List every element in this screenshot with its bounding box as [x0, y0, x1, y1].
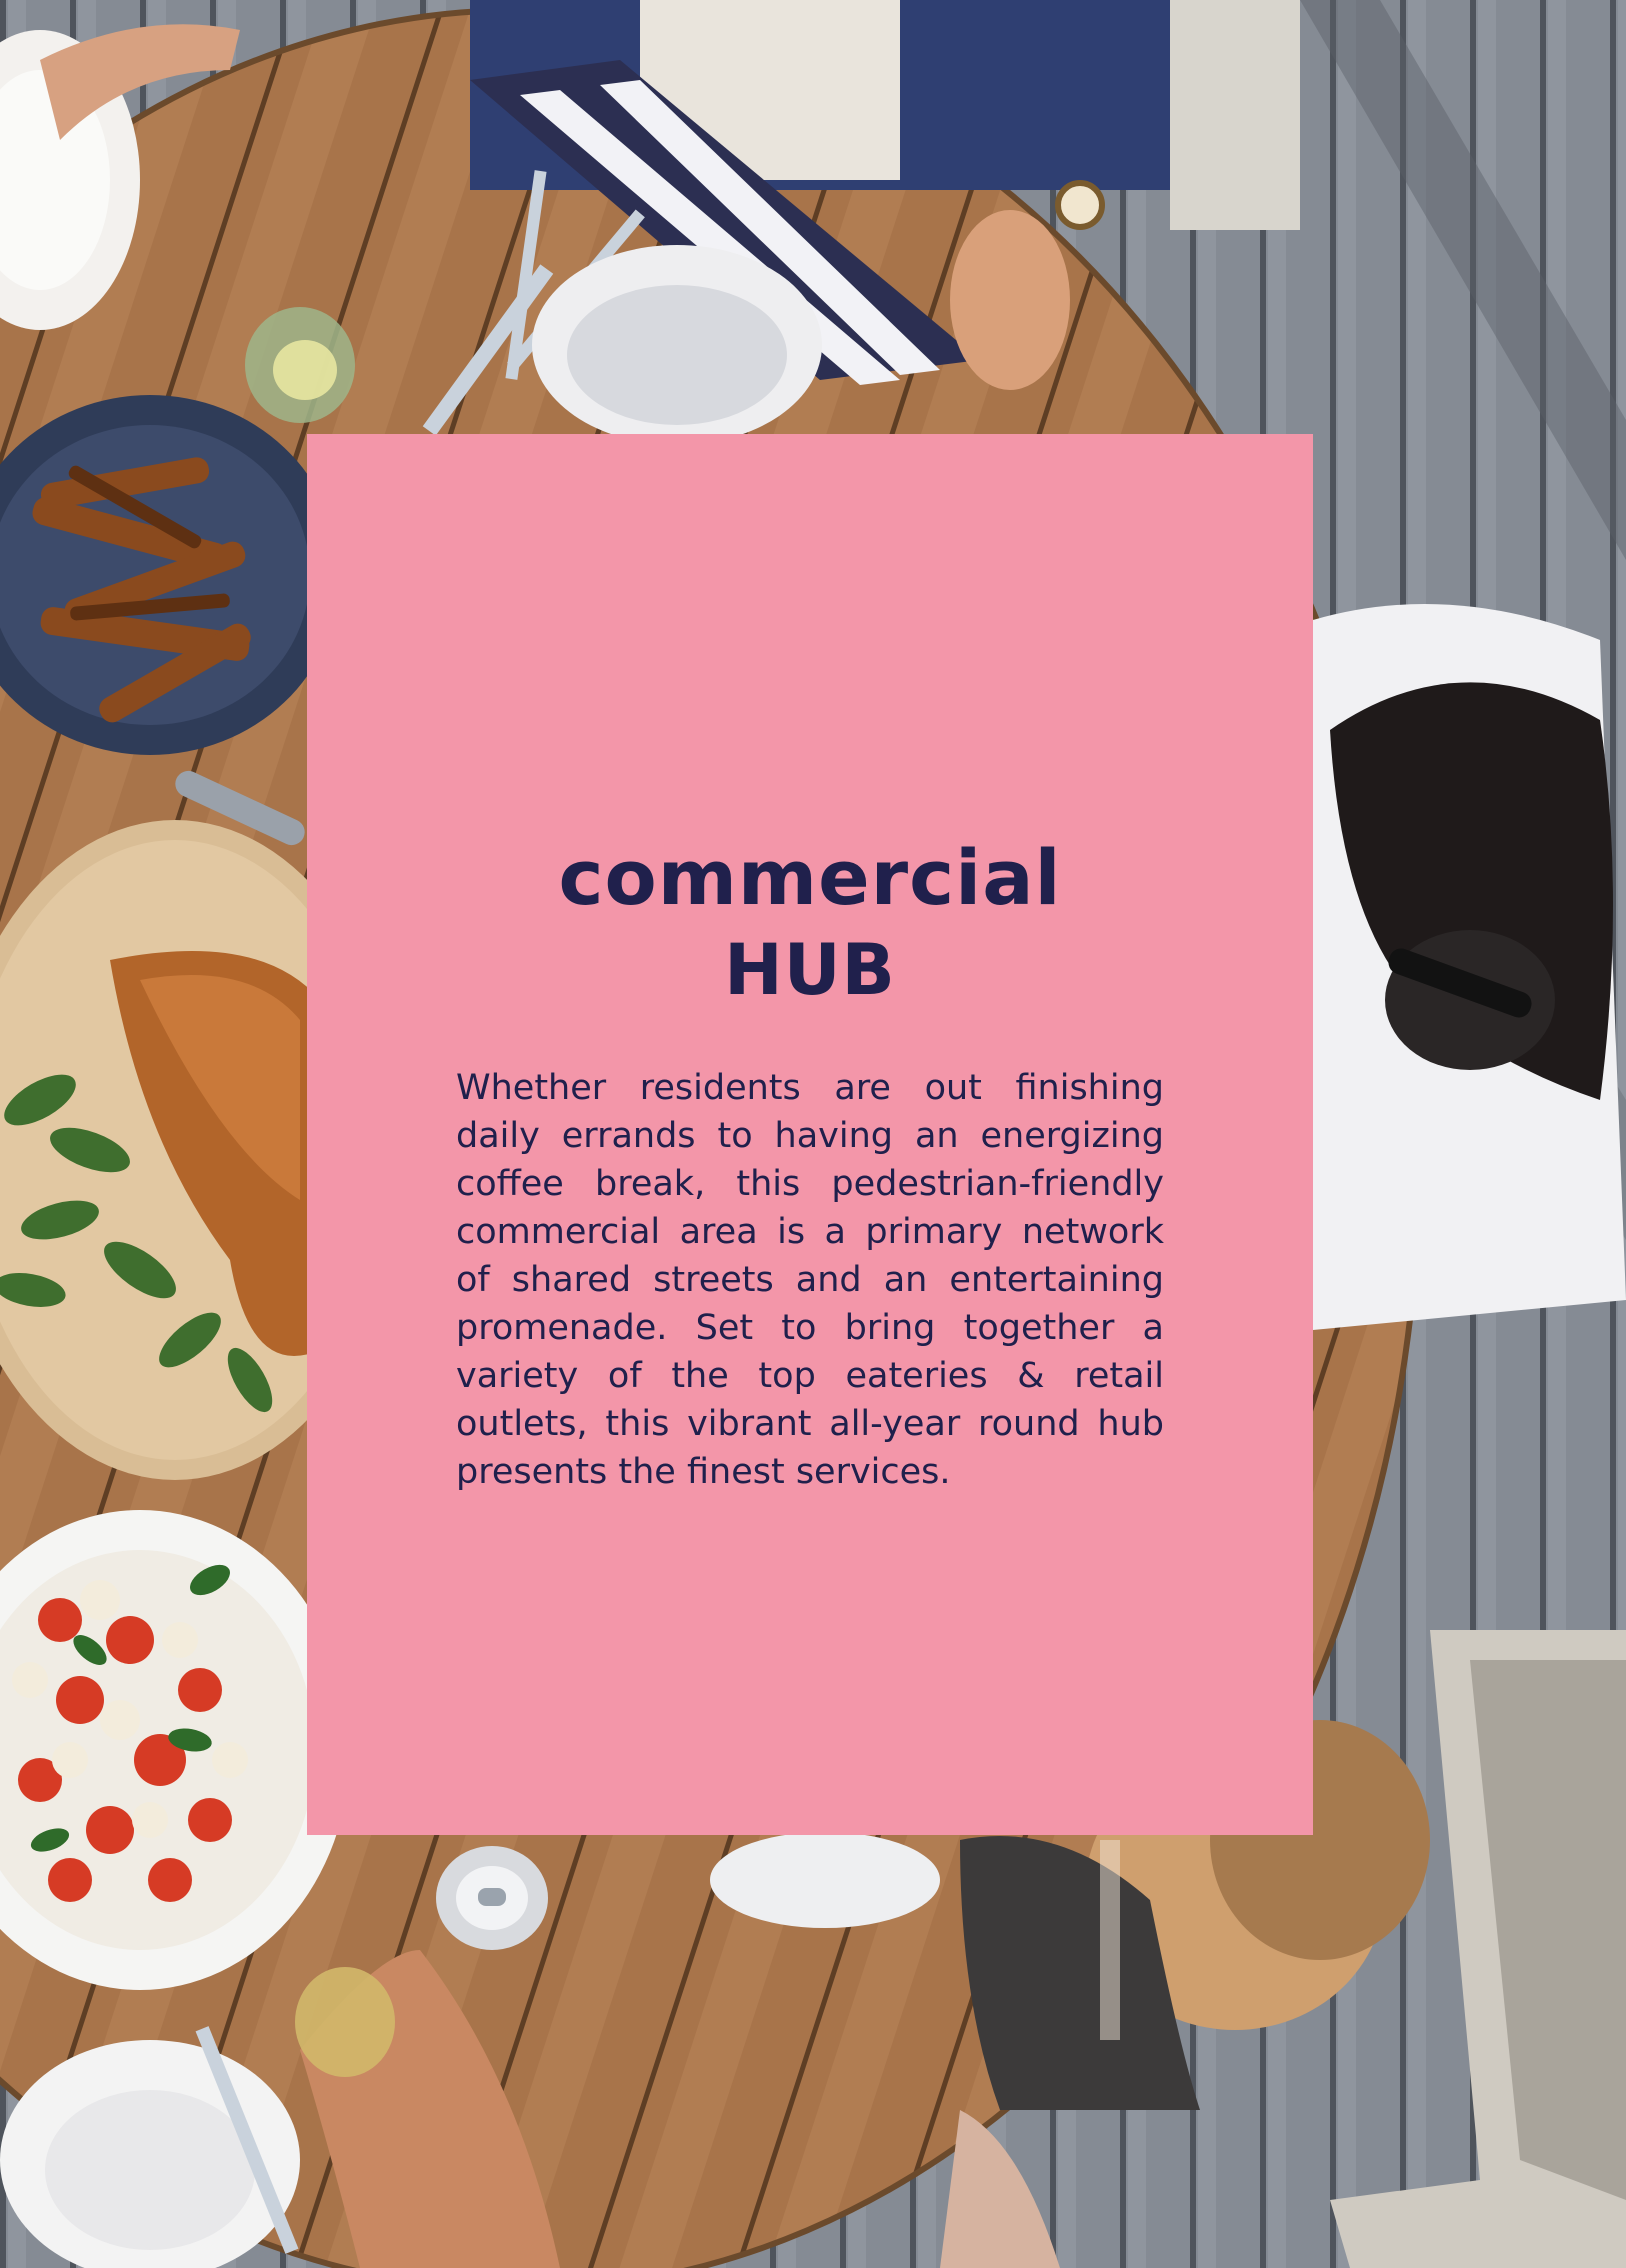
title-line-2: HUB [724, 928, 896, 1011]
brochure-page: commercial HUB Whether residents are out… [0, 0, 1626, 2268]
title-line-1: commercial [558, 832, 1062, 922]
info-card: commercial HUB Whether residents are out… [307, 434, 1313, 1835]
body-paragraph: Whether residents are out finishing dail… [456, 1068, 1164, 1492]
page-title: commercial HUB [307, 832, 1313, 1016]
